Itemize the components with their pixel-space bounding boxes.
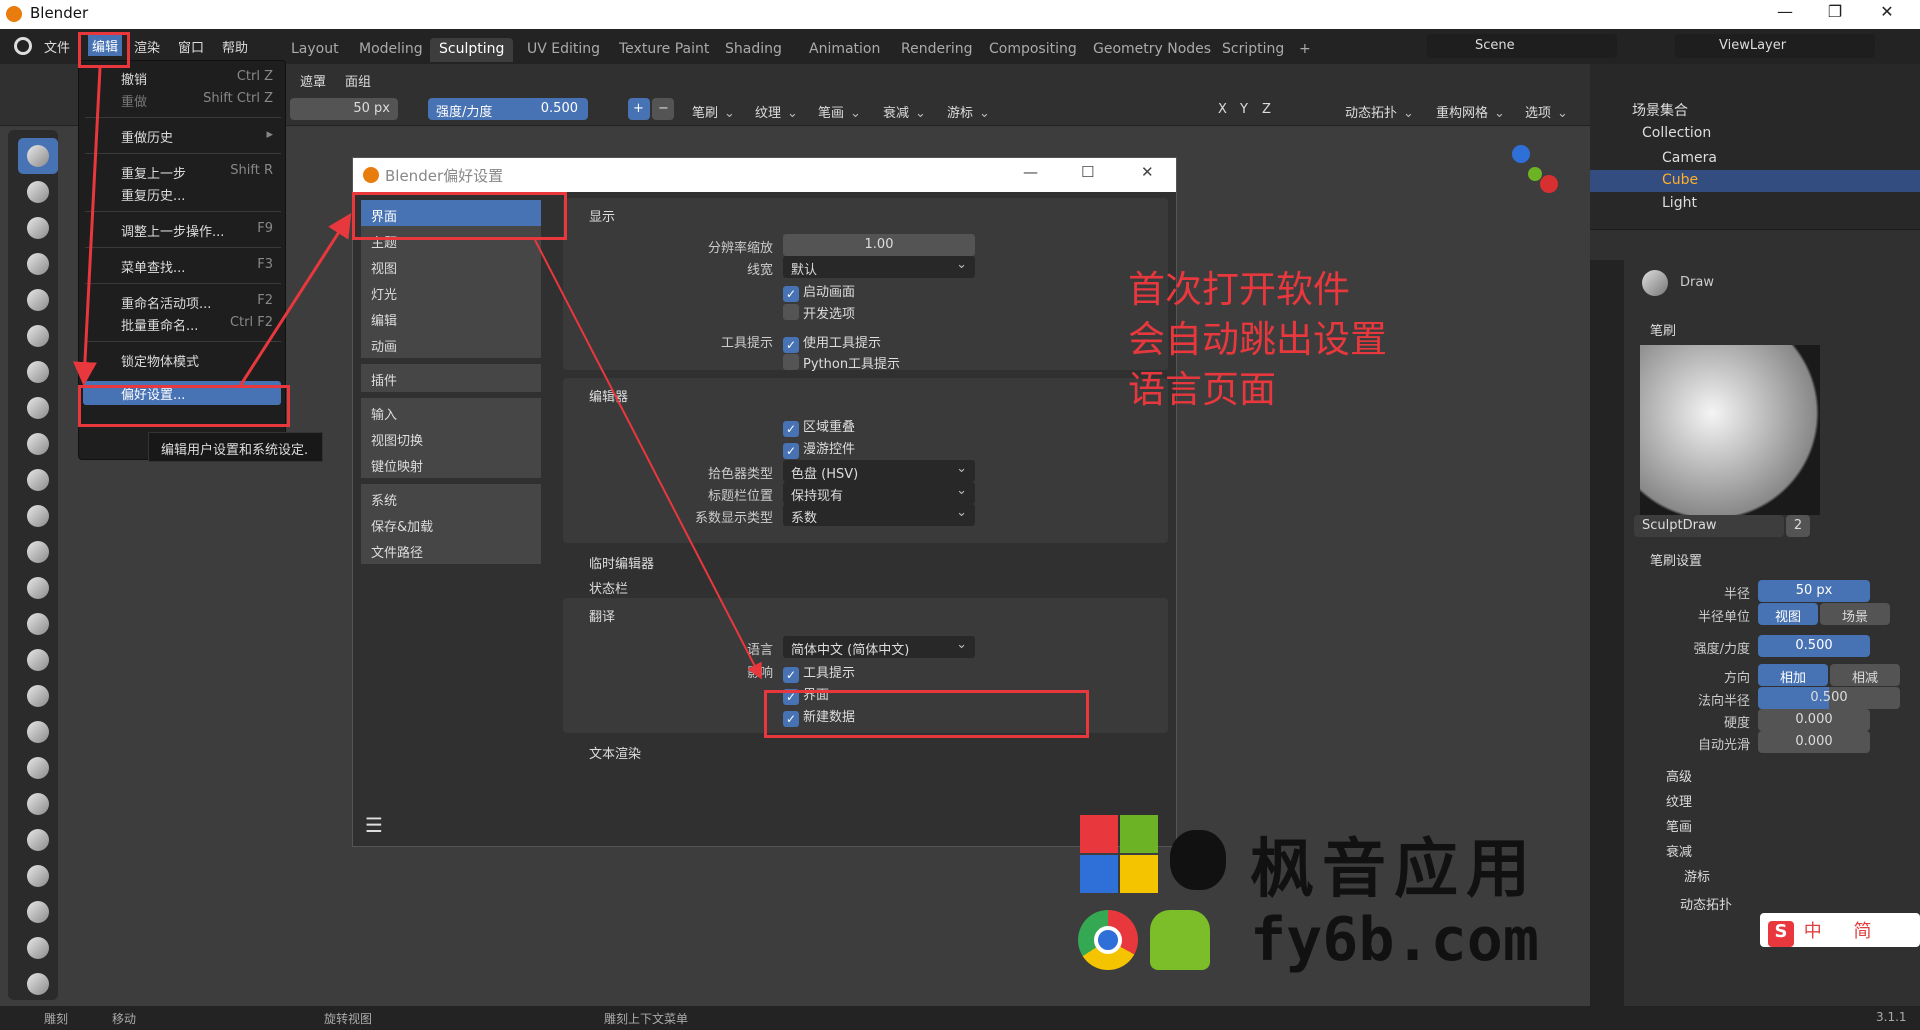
chrome-logo-icon [1078, 910, 1138, 970]
windows-logo-icon [1080, 815, 1160, 895]
apple-logo-icon [1170, 830, 1226, 890]
watermark-url: fy6b.com [1250, 905, 1539, 975]
annotation-note: 首次打开软件 会自动跳出设置 语言页面 [1128, 265, 1428, 415]
sogou-icon: S [1768, 921, 1794, 947]
arrow-edit-to-prefs [72, 67, 102, 386]
annotation-line-2: 会自动跳出设置 [1128, 318, 1387, 361]
ime-mode[interactable]: 简 [1853, 921, 1871, 942]
arrow-interface-to-language [534, 239, 762, 680]
annotation-line-1: 首次打开软件 [1128, 268, 1350, 311]
ime-toolbar[interactable]: S 中 简 [1760, 913, 1920, 947]
annotation-line-3: 语言页面 [1128, 368, 1276, 411]
annotation-arrows [72, 67, 762, 680]
arrow-prefs-to-interface [238, 212, 352, 387]
watermark-cn: 枫音应用 [1250, 833, 1538, 907]
ime-lang[interactable]: 中 [1804, 921, 1822, 942]
android-logo-icon [1150, 910, 1210, 970]
